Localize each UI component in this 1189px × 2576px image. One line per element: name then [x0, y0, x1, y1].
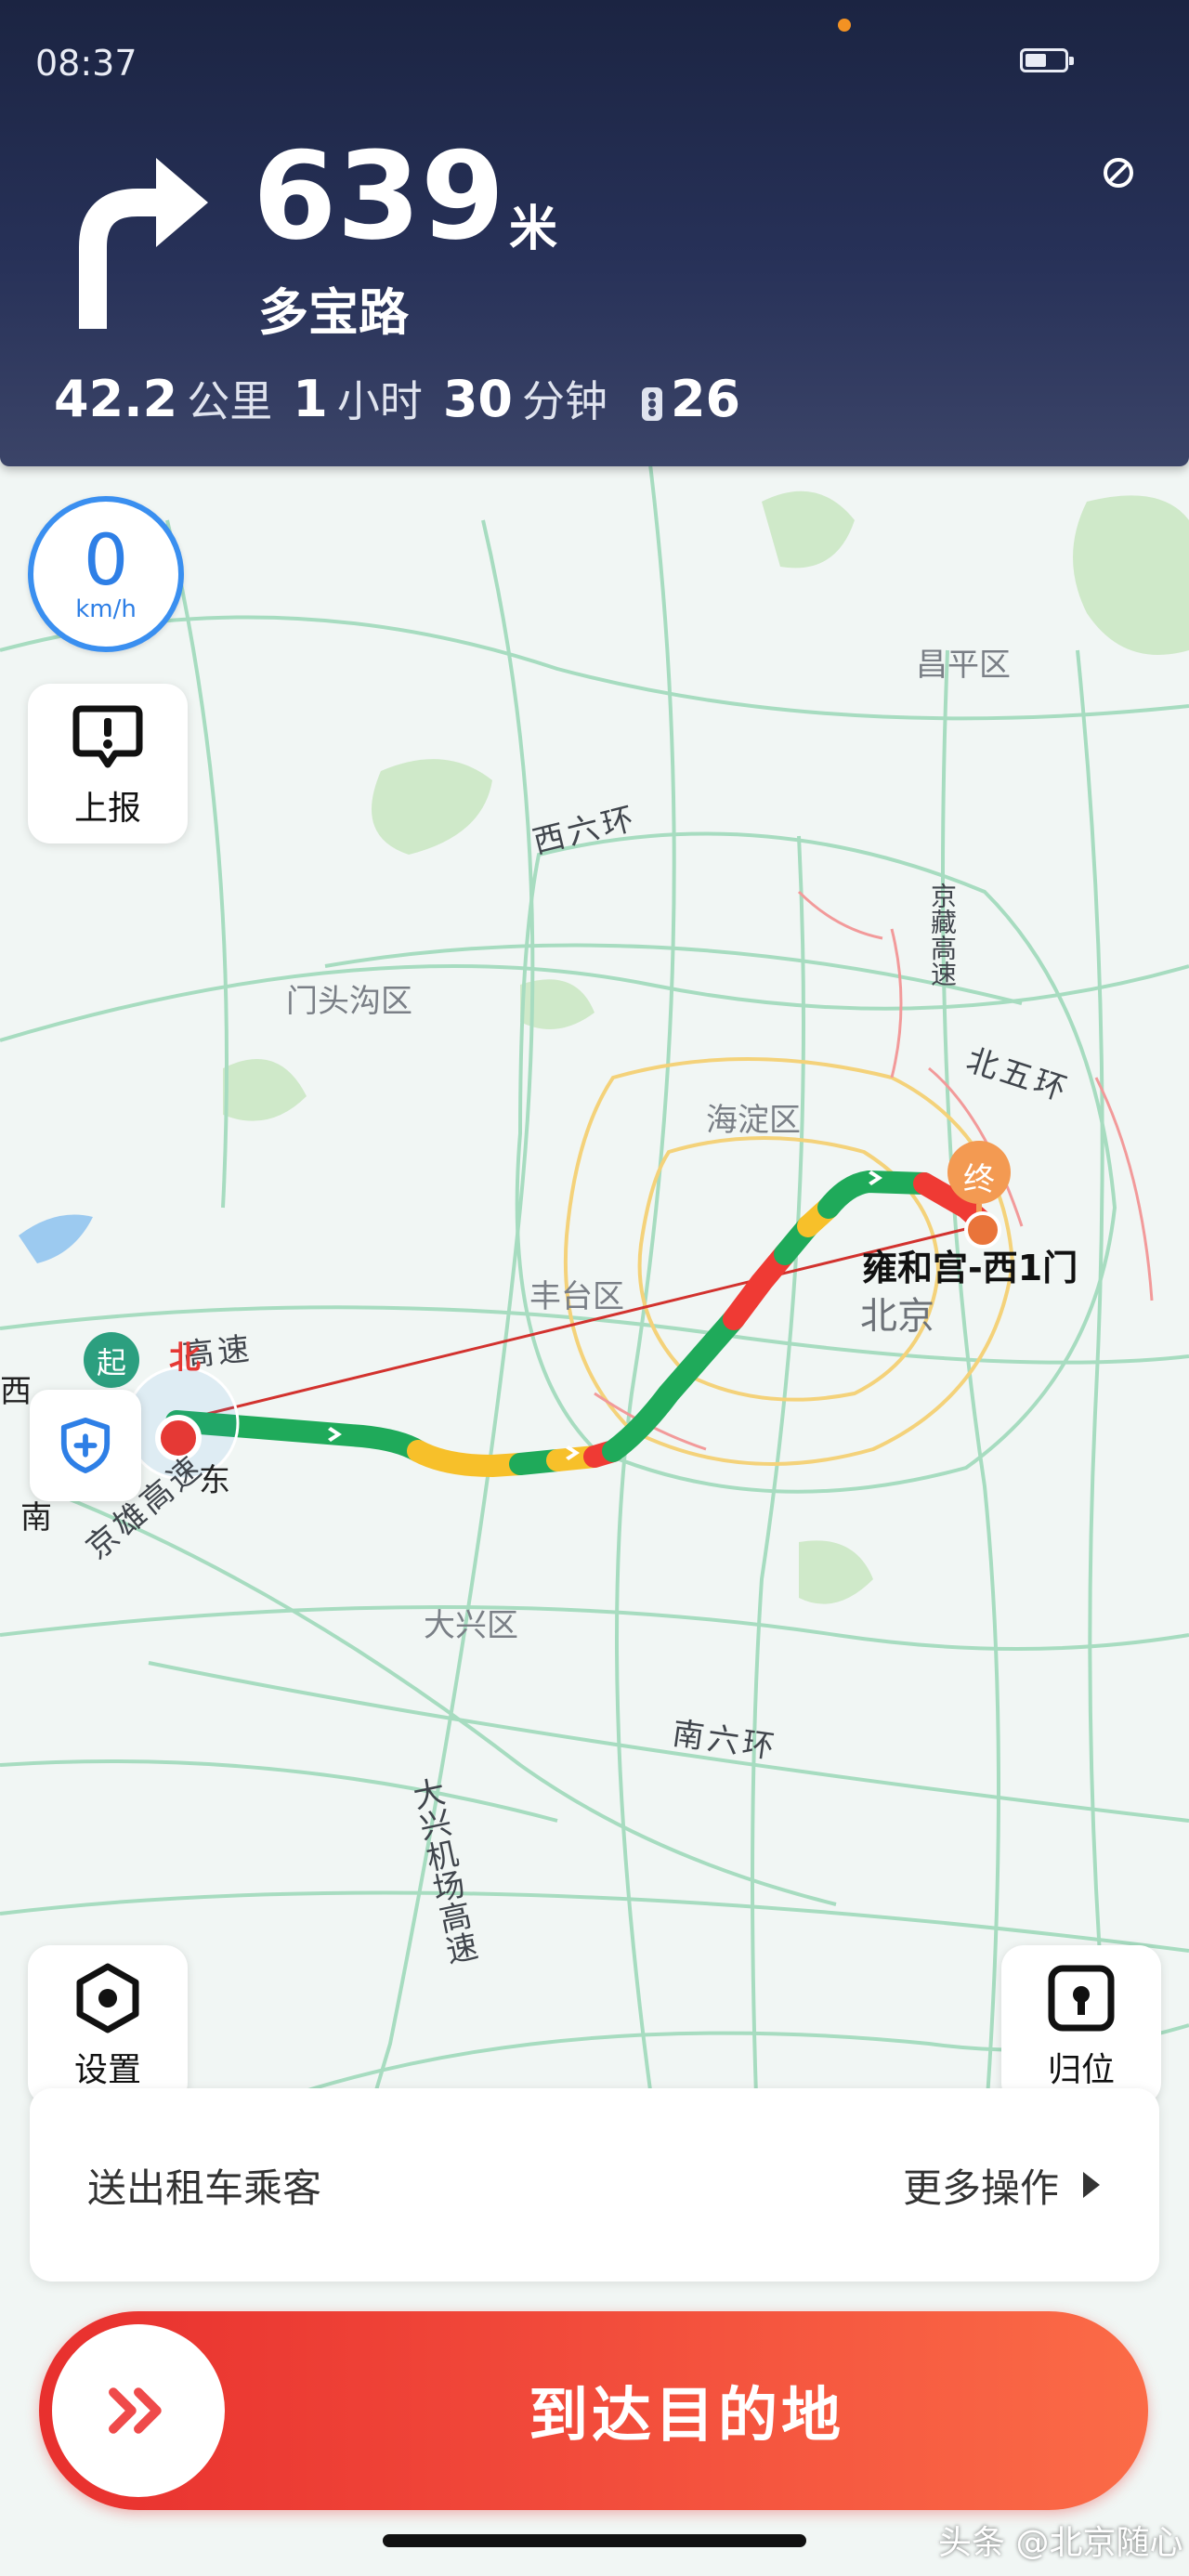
district-label: 门头沟区 — [286, 983, 412, 1020]
recenter-lock-icon — [1048, 1965, 1115, 2032]
safety-shield-button[interactable] — [30, 1390, 141, 1501]
eta-hours: 1 — [293, 370, 328, 428]
arrive-label: 到达目的地 — [529, 2382, 844, 2451]
map-water — [19, 1214, 93, 1263]
settings-hexagon-icon — [76, 1963, 139, 2033]
home-indicator[interactable] — [383, 2534, 806, 2547]
compass-east: 东 — [199, 1462, 230, 1499]
recenter-button[interactable]: 归位 — [1001, 1945, 1161, 2105]
district-label: 大兴区 — [424, 1607, 518, 1644]
start-marker-label: 起 — [97, 1345, 127, 1380]
district-label: 丰台区 — [529, 1278, 624, 1315]
eta-minutes-unit: 分钟 — [521, 376, 608, 426]
next-road-name: 多宝路 — [258, 283, 409, 342]
navigation-header: 08:37 639 米 多宝路 42.2 公里 1 小时 30 分钟 26 — [0, 0, 1189, 466]
status-time: 08:37 — [35, 43, 137, 84]
report-label: 上报 — [73, 790, 141, 828]
turn-right-arrow-icon — [79, 158, 208, 329]
speed-unit: km/h — [75, 595, 137, 623]
drop-passenger-button[interactable]: 送出租车乘客 — [87, 2088, 321, 2282]
district-label: 昌平区 — [916, 647, 1011, 684]
remaining-distance: 42.2 — [54, 370, 178, 428]
district-label: 海淀区 — [706, 1102, 801, 1139]
safety-shield-icon — [60, 1418, 111, 1473]
battery-icon — [1020, 48, 1074, 72]
destination-label: 雍和宫-西1门 — [862, 1248, 1078, 1288]
end-marker-label: 终 — [963, 1161, 995, 1198]
privacy-indicator-dot — [838, 19, 851, 32]
report-button[interactable]: 上报 — [28, 684, 188, 843]
speed-value: 0 — [83, 518, 129, 601]
traffic-light-count: 26 — [670, 370, 741, 428]
turn-distance: 639 — [253, 125, 505, 267]
report-alert-icon — [72, 705, 143, 768]
action-bar: 送出租车乘客 更多操作 — [30, 2088, 1159, 2282]
slider-knob[interactable] — [52, 2324, 225, 2497]
settings-label: 设置 — [73, 2051, 141, 2089]
speedometer: 0 km/h — [28, 496, 184, 652]
road-label: 京藏高速 — [927, 883, 958, 987]
trip-summary: 42.2 公里 1 小时 30 分钟 26 — [54, 368, 740, 429]
double-chevron-right-icon — [109, 2387, 162, 2434]
eta-minutes: 30 — [442, 370, 513, 428]
compass-west: 西 — [0, 1373, 32, 1410]
mute-voice-icon[interactable] — [1102, 156, 1135, 190]
watermark: 头条 @北京随心 — [938, 2524, 1183, 2562]
recenter-label: 归位 — [1047, 2051, 1115, 2089]
settings-button[interactable]: 设置 — [28, 1945, 188, 2105]
turn-distance-unit: 米 — [509, 202, 558, 257]
chevron-right-icon — [1083, 2172, 1100, 2198]
arrive-destination-slider[interactable]: 到达目的地 — [39, 2311, 1148, 2510]
traffic-light-icon — [641, 387, 662, 421]
compass-north: 北 — [169, 1340, 201, 1377]
remaining-distance-unit: 公里 — [187, 376, 273, 426]
eta-hours-unit: 小时 — [336, 376, 423, 426]
more-actions-label: 更多操作 — [902, 2164, 1059, 2211]
city-label: 北京 — [860, 1295, 934, 1338]
more-actions-button[interactable]: 更多操作 — [903, 2088, 1100, 2282]
